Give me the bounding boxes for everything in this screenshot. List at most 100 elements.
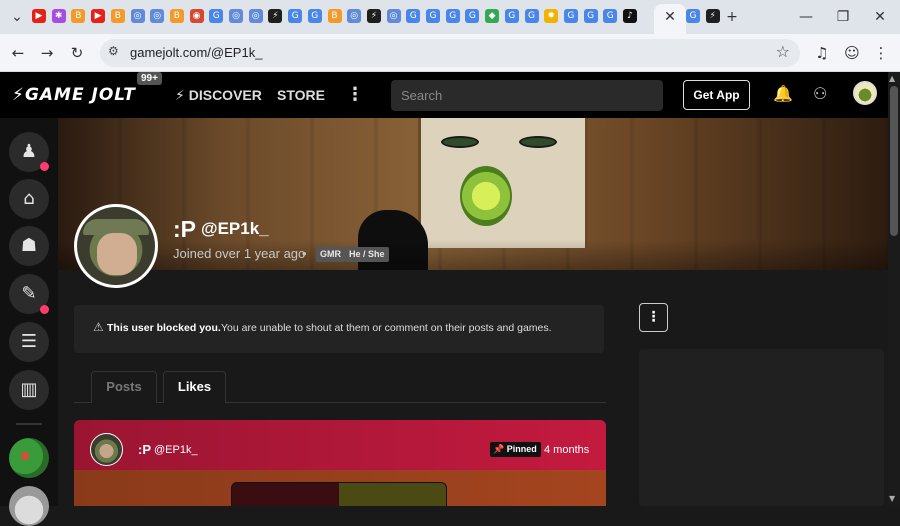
google-favicon[interactable]: G bbox=[445, 9, 460, 23]
notification-count-badge: 99+ bbox=[137, 72, 162, 85]
scroll-down-icon[interactable]: ▼ bbox=[889, 494, 895, 503]
active-tab[interactable]: ✕ bbox=[654, 4, 686, 34]
tag-gmr: GMR bbox=[316, 247, 345, 262]
scroll-up-icon[interactable]: ▲ bbox=[889, 74, 895, 83]
chrome-favicon[interactable]: ◎ bbox=[229, 9, 243, 23]
profile-options-button[interactable]: ⋮ bbox=[639, 303, 668, 332]
bell-icon[interactable]: 🔔 bbox=[773, 84, 793, 103]
google-favicon[interactable]: G bbox=[307, 9, 322, 23]
tiktok-favicon[interactable]: ♪ bbox=[623, 9, 637, 23]
scroll-thumb[interactable] bbox=[890, 86, 898, 236]
gamejolt-favicon[interactable]: ⚡ bbox=[268, 9, 283, 23]
google-favicon[interactable]: G bbox=[603, 9, 618, 23]
chrome-favicon[interactable]: ◎ bbox=[347, 9, 362, 23]
google-favicon[interactable]: G bbox=[209, 9, 224, 23]
new-tab-icon[interactable]: + bbox=[721, 7, 743, 27]
post-author-avatar[interactable] bbox=[90, 433, 123, 466]
b-favicon[interactable]: B bbox=[327, 9, 342, 23]
b-favicon[interactable]: B bbox=[169, 9, 184, 23]
post-card[interactable]: :P @EP1k_ 📌 Pinned 4 months bbox=[74, 420, 606, 506]
profile-side-panel bbox=[639, 349, 884, 506]
media-control-icon[interactable]: ♫ bbox=[812, 43, 832, 63]
google-favicon[interactable]: G bbox=[524, 9, 539, 23]
chrome-favicon[interactable]: ◎ bbox=[386, 9, 401, 23]
pin-icon: 📌 bbox=[493, 445, 505, 455]
separator-dot: • bbox=[302, 246, 307, 261]
google-favicon[interactable]: G bbox=[504, 9, 519, 23]
url-text[interactable]: gamejolt.com/@EP1k_ bbox=[130, 45, 262, 60]
post-author-name[interactable]: :P bbox=[138, 442, 151, 457]
google-favicon[interactable]: G bbox=[406, 9, 421, 23]
close-tab-icon[interactable]: ✕ bbox=[659, 7, 681, 27]
browser-toolbar: ← → ↻ ⚙ gamejolt.com/@EP1k_ ☆ ♫ ☺ ⋮ bbox=[0, 34, 900, 72]
google-favicon[interactable]: G bbox=[583, 9, 598, 23]
close-window-icon[interactable]: ✕ bbox=[869, 7, 891, 27]
game-thumbnail[interactable] bbox=[9, 438, 49, 478]
more-menu-icon[interactable]: ⋮ bbox=[346, 84, 364, 105]
joined-text: Joined over 1 year ago bbox=[173, 246, 306, 261]
post-media[interactable] bbox=[231, 482, 447, 506]
post-author-username[interactable]: @EP1k_ bbox=[154, 444, 198, 456]
google-favicon[interactable]: G bbox=[465, 9, 480, 23]
post-age: 4 months bbox=[544, 444, 590, 456]
pinwheel-favicon[interactable]: ✱ bbox=[51, 9, 66, 23]
google-favicon[interactable]: G bbox=[426, 9, 440, 23]
back-icon[interactable]: ← bbox=[8, 43, 28, 63]
profile-avatar[interactable] bbox=[74, 204, 158, 288]
blocked-notice-title: This user blocked you. bbox=[107, 322, 221, 334]
minimize-icon[interactable]: — bbox=[795, 7, 817, 27]
pinned-label: Pinned bbox=[506, 444, 537, 454]
get-app-button[interactable]: Get App bbox=[683, 80, 750, 110]
chrome-favicon[interactable]: ◎ bbox=[248, 9, 263, 23]
warning-icon: ⚠ bbox=[93, 320, 104, 334]
banner-lime bbox=[460, 166, 512, 226]
maps-favicon[interactable]: ◆ bbox=[485, 9, 500, 23]
google-favicon[interactable]: G bbox=[288, 9, 303, 23]
b-favicon[interactable]: B bbox=[110, 9, 125, 23]
sidebar-divider bbox=[16, 423, 42, 425]
page-scrollbar[interactable]: ▲ ▼ bbox=[888, 72, 900, 506]
blocked-notice-text: You are unable to shout at them or comme… bbox=[221, 322, 552, 334]
left-sidebar: ♟ ⌂ ☗ ✎ ☰ ▥ bbox=[0, 118, 58, 526]
bookmark-star-icon[interactable]: ☆ bbox=[776, 42, 790, 61]
site-header: ⚡GAME JOLT 99+ ⚡ DISCOVER STORE ⋮ Get Ap… bbox=[0, 72, 900, 118]
discover-icon: ⚡ bbox=[175, 88, 185, 104]
nav-discover[interactable]: ⚡ DISCOVER bbox=[175, 87, 262, 104]
youtube-favicon[interactable]: ▶ bbox=[91, 9, 106, 23]
forward-icon[interactable]: → bbox=[37, 43, 57, 63]
tab-posts[interactable]: Posts bbox=[91, 371, 157, 403]
game-thumbnail[interactable] bbox=[9, 486, 49, 526]
site-info-icon[interactable]: ⚙ bbox=[108, 44, 119, 58]
tag-pronouns: He / She bbox=[345, 247, 389, 262]
chat-icon[interactable]: ☰ bbox=[9, 322, 49, 362]
nav-store[interactable]: STORE bbox=[277, 87, 325, 103]
gamejolt-favicon[interactable]: ⚡ bbox=[705, 9, 720, 23]
gamejolt-favicon[interactable]: ⚡ bbox=[366, 9, 381, 23]
backpack-icon[interactable]: ☗ bbox=[9, 226, 49, 266]
nav-discover-label: DISCOVER bbox=[188, 87, 262, 103]
sun-favicon[interactable]: ✹ bbox=[544, 9, 559, 23]
b-favicon[interactable]: B bbox=[71, 9, 86, 23]
banner-eye-right bbox=[519, 136, 557, 148]
user-avatar[interactable] bbox=[853, 81, 877, 105]
friends-icon[interactable]: ⚇ bbox=[813, 84, 827, 103]
chrome-favicon[interactable]: ◎ bbox=[130, 9, 145, 23]
gamejolt-logo[interactable]: ⚡GAME JOLT bbox=[12, 85, 136, 105]
address-bar[interactable]: ⚙ gamejolt.com/@EP1k_ ☆ bbox=[100, 39, 800, 67]
red-circle-favicon[interactable]: ◉ bbox=[189, 9, 204, 23]
tab-likes[interactable]: Likes bbox=[163, 371, 226, 403]
chrome-favicon[interactable]: ◎ bbox=[150, 9, 165, 23]
reload-icon[interactable]: ↻ bbox=[67, 43, 87, 63]
store-icon[interactable]: ⌂ bbox=[9, 179, 49, 219]
profile-icon[interactable]: ☺ bbox=[842, 43, 862, 63]
tab-search-chevron-icon[interactable]: ⌄ bbox=[6, 7, 28, 27]
logo-text: GAME JOLT bbox=[24, 85, 136, 105]
banner-eye-left bbox=[441, 136, 479, 148]
youtube-favicon[interactable]: ▶ bbox=[32, 9, 46, 23]
browser-menu-icon[interactable]: ⋮ bbox=[871, 43, 891, 63]
restore-icon[interactable]: ❐ bbox=[832, 7, 854, 27]
search-input[interactable] bbox=[391, 80, 663, 111]
library-icon[interactable]: ▥ bbox=[9, 370, 49, 410]
google-favicon[interactable]: G bbox=[686, 9, 700, 23]
google-favicon[interactable]: G bbox=[563, 9, 578, 23]
